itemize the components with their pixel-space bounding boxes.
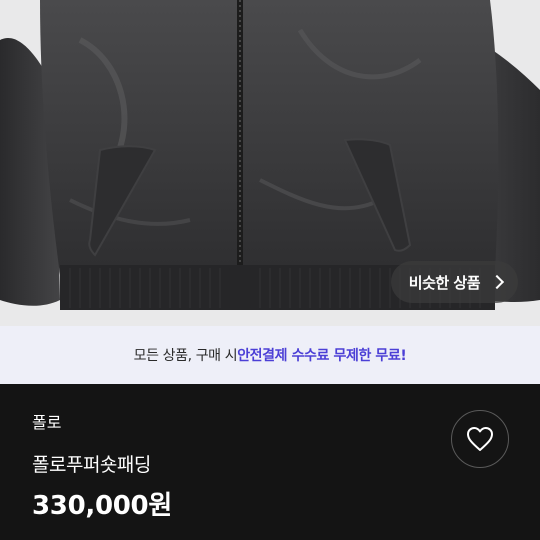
product-title: 폴로푸퍼숏패딩	[32, 454, 151, 476]
product-price: 330,000원	[32, 491, 172, 521]
like-button[interactable]	[451, 410, 509, 468]
safe-payment-banner[interactable]: 모든 상품, 구매 시 안전결제 수수료 무제한 무료!	[0, 326, 540, 384]
heart-outline-icon	[467, 427, 493, 451]
chevron-right-icon	[489, 274, 505, 290]
product-photo[interactable]: 비슷한 상품	[0, 0, 540, 326]
product-info: 폴로 폴로푸퍼숏패딩 330,000원	[0, 384, 540, 540]
banner-highlight: 안전결제 수수료 무제한 무료!	[237, 348, 407, 364]
banner-prefix: 모든 상품, 구매 시	[133, 348, 238, 364]
similar-products-label: 비슷한 상품	[408, 273, 481, 292]
brand-name[interactable]: 폴로	[32, 409, 61, 433]
similar-products-button[interactable]: 비슷한 상품	[390, 261, 518, 303]
